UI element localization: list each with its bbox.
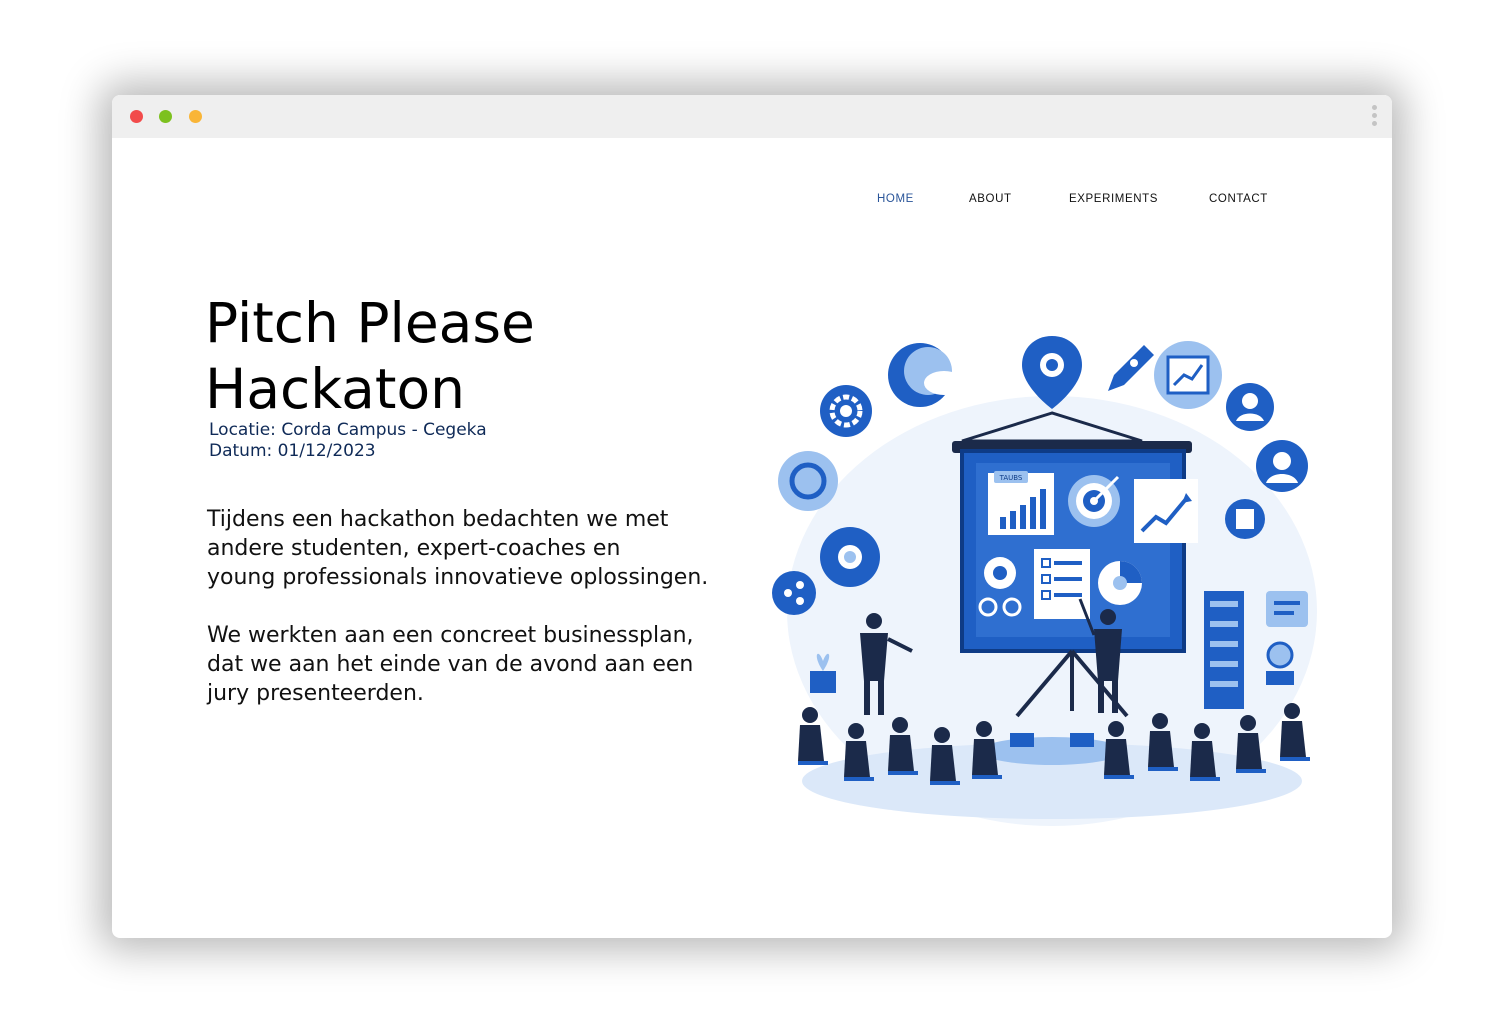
event-location: Locatie: Corda Campus - Cegeka [209, 420, 487, 440]
close-window-button[interactable] [130, 110, 143, 123]
event-description: Tijdens een hackathon bedachten we met a… [207, 505, 777, 737]
main-navigation: HOME ABOUT EXPERIMENTS CONTACT [112, 193, 1392, 213]
nav-link-contact[interactable]: CONTACT [1209, 193, 1268, 205]
screen-target-icon [1068, 475, 1120, 527]
window-titlebar [112, 95, 1392, 138]
minimize-window-button[interactable] [189, 110, 202, 123]
description-line: Tijdens een hackathon bedachten we met [207, 507, 669, 532]
profile-card-icon [1266, 591, 1308, 627]
screen-tag-label: TAUBS [999, 474, 1023, 482]
settings-gear-icon [820, 385, 872, 437]
audience-member [1280, 703, 1310, 761]
screen-trend-chart [1134, 479, 1198, 543]
event-date: Datum: 01/12/2023 [209, 441, 376, 461]
description-paragraph-1: Tijdens een hackathon bedachten we met a… [207, 505, 777, 592]
award-medal-icon [1266, 641, 1294, 685]
description-line: young professionals innovatieve oplossin… [207, 565, 709, 590]
nav-link-experiments[interactable]: EXPERIMENTS [1069, 193, 1158, 205]
cloud-globe-icon [888, 343, 964, 407]
user-avatar-icon [1226, 383, 1274, 431]
document-icon [1225, 499, 1265, 539]
page-title-line-2: Hackaton [205, 357, 465, 421]
description-line: dat we aan het einde van de avond aan ee… [207, 652, 694, 677]
team-network-icon [820, 527, 880, 587]
screen-pie-icon [1098, 561, 1142, 605]
screen-checklist [1034, 549, 1090, 619]
description-paragraph-2: We werkten aan een concreet businessplan… [207, 621, 777, 708]
page-title-line-1: Pitch Please [205, 291, 535, 355]
gear-circle-icon [778, 451, 838, 511]
description-line: We werkten aan een concreet businessplan… [207, 623, 694, 648]
hackathon-presentation-illustration: TAUBS [772, 336, 1317, 826]
browser-window: HOME ABOUT EXPERIMENTS CONTACT Pitch Ple… [112, 95, 1392, 938]
share-icon [772, 571, 816, 615]
event-meta: Locatie: Corda Campus - Cegeka Datum: 01… [209, 420, 487, 462]
maximize-window-button[interactable] [159, 110, 172, 123]
rocket-icon [1108, 345, 1154, 391]
chart-frame-icon [1154, 341, 1222, 409]
server-rack-icon [1204, 591, 1244, 709]
more-options-icon[interactable] [1372, 105, 1378, 129]
nav-link-about[interactable]: ABOUT [969, 193, 1012, 205]
description-line: jury presenteerden. [207, 681, 424, 706]
headset-user-icon [1256, 440, 1308, 492]
screen-bar-chart: TAUBS [988, 471, 1054, 535]
description-line: andere studenten, expert-coaches en [207, 536, 621, 561]
nav-link-home[interactable]: HOME [877, 193, 914, 205]
page-title: Pitch Please Hackaton [205, 290, 535, 422]
